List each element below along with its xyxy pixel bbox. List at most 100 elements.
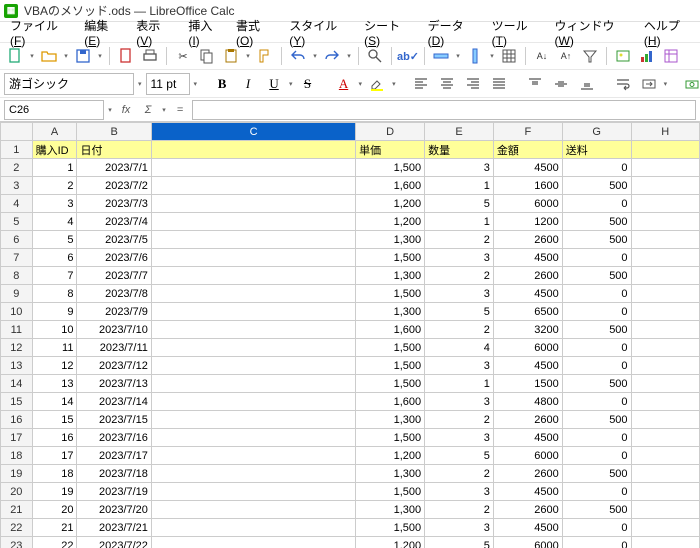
align-center-icon[interactable] xyxy=(436,73,458,95)
row-header[interactable]: 15 xyxy=(1,393,33,411)
cell[interactable] xyxy=(151,177,355,195)
cell[interactable]: 1,500 xyxy=(356,285,425,303)
cell[interactable]: 0 xyxy=(562,303,631,321)
cell[interactable]: 6500 xyxy=(493,303,562,321)
cell[interactable] xyxy=(151,519,355,537)
cell[interactable]: 12 xyxy=(32,357,77,375)
cell[interactable]: 数量 xyxy=(425,141,494,159)
cell[interactable]: 2 xyxy=(425,321,494,339)
cell[interactable] xyxy=(631,141,699,159)
cell[interactable]: 1 xyxy=(32,159,77,177)
cell[interactable]: 3 xyxy=(425,429,494,447)
row-header[interactable]: 23 xyxy=(1,537,33,548)
cell[interactable]: 8 xyxy=(32,285,77,303)
underline-button[interactable]: U xyxy=(263,73,285,95)
cell[interactable]: 2 xyxy=(425,231,494,249)
cell[interactable]: 2023/7/18 xyxy=(77,465,151,483)
cell[interactable]: 1,500 xyxy=(356,249,425,267)
cell[interactable]: 1,200 xyxy=(356,447,425,465)
col-header-B[interactable]: B xyxy=(77,123,151,141)
cell[interactable]: 3 xyxy=(425,519,494,537)
cell[interactable]: 0 xyxy=(562,483,631,501)
valign-bottom-icon[interactable] xyxy=(576,73,598,95)
col-header-H[interactable]: H xyxy=(631,123,699,141)
cell[interactable]: 日付 xyxy=(77,141,151,159)
cell[interactable]: 0 xyxy=(562,393,631,411)
italic-button[interactable]: I xyxy=(237,73,259,95)
cell[interactable]: 3 xyxy=(425,285,494,303)
cell[interactable] xyxy=(631,339,699,357)
cell[interactable]: 5 xyxy=(32,231,77,249)
align-left-icon[interactable] xyxy=(410,73,432,95)
column-icon[interactable] xyxy=(464,45,486,67)
highlight-button[interactable] xyxy=(366,73,388,95)
cell[interactable]: 4800 xyxy=(493,393,562,411)
cell[interactable]: 2023/7/6 xyxy=(77,249,151,267)
cell[interactable]: 4500 xyxy=(493,285,562,303)
cell[interactable] xyxy=(151,411,355,429)
cell[interactable]: 500 xyxy=(562,375,631,393)
spreadsheet-grid[interactable]: ABCDEFGH 1購入ID日付単価数量金額送料212023/7/11,5003… xyxy=(0,122,700,548)
col-header-F[interactable]: F xyxy=(493,123,562,141)
cell[interactable]: 6000 xyxy=(493,195,562,213)
cell[interactable]: 4 xyxy=(425,339,494,357)
cell[interactable]: 1600 xyxy=(493,177,562,195)
cell[interactable] xyxy=(151,357,355,375)
cell[interactable] xyxy=(631,501,699,519)
cell[interactable]: 9 xyxy=(32,303,77,321)
cell[interactable] xyxy=(151,483,355,501)
row-header[interactable]: 21 xyxy=(1,501,33,519)
cell[interactable]: 2023/7/19 xyxy=(77,483,151,501)
cell[interactable]: 2 xyxy=(425,267,494,285)
cell[interactable]: 15 xyxy=(32,411,77,429)
cell[interactable]: 500 xyxy=(562,177,631,195)
cell[interactable]: 21 xyxy=(32,519,77,537)
cell[interactable]: 19 xyxy=(32,483,77,501)
cell[interactable]: 単価 xyxy=(356,141,425,159)
cell[interactable]: 3 xyxy=(425,393,494,411)
sum-icon[interactable]: Σ xyxy=(138,100,158,120)
cell[interactable] xyxy=(631,537,699,548)
cell[interactable] xyxy=(631,483,699,501)
cell[interactable]: 0 xyxy=(562,249,631,267)
cell[interactable]: 1,300 xyxy=(356,501,425,519)
cell[interactable]: 500 xyxy=(562,267,631,285)
function-wizard-icon[interactable]: fx xyxy=(116,100,136,120)
row-header[interactable]: 18 xyxy=(1,447,33,465)
cell[interactable]: 14 xyxy=(32,393,77,411)
wrap-text-icon[interactable] xyxy=(612,73,634,95)
row-header[interactable]: 17 xyxy=(1,429,33,447)
cell[interactable]: 4500 xyxy=(493,357,562,375)
cell[interactable]: 2023/7/4 xyxy=(77,213,151,231)
redo-icon[interactable] xyxy=(321,45,343,67)
paste-icon[interactable] xyxy=(220,45,242,67)
bold-button[interactable]: B xyxy=(211,73,233,95)
row-header[interactable]: 19 xyxy=(1,465,33,483)
cell[interactable]: 5 xyxy=(425,447,494,465)
cell[interactable]: 5 xyxy=(425,195,494,213)
cell[interactable] xyxy=(151,267,355,285)
cell[interactable] xyxy=(151,285,355,303)
cell[interactable]: 購入ID xyxy=(32,141,77,159)
cell[interactable]: 0 xyxy=(562,357,631,375)
cell[interactable]: 10 xyxy=(32,321,77,339)
cell[interactable]: 500 xyxy=(562,501,631,519)
cell[interactable]: 2 xyxy=(32,177,77,195)
cell[interactable] xyxy=(631,429,699,447)
cell[interactable] xyxy=(151,375,355,393)
cell[interactable]: 5 xyxy=(425,303,494,321)
cell[interactable]: 2600 xyxy=(493,465,562,483)
row-header[interactable]: 3 xyxy=(1,177,33,195)
export-pdf-icon[interactable] xyxy=(115,45,137,67)
cell[interactable] xyxy=(631,465,699,483)
col-header-A[interactable]: A xyxy=(32,123,77,141)
cell[interactable]: 2023/7/14 xyxy=(77,393,151,411)
cell[interactable]: 2023/7/21 xyxy=(77,519,151,537)
cell[interactable]: 13 xyxy=(32,375,77,393)
cell[interactable] xyxy=(151,393,355,411)
cell[interactable]: 2023/7/20 xyxy=(77,501,151,519)
print-icon[interactable] xyxy=(139,45,161,67)
cell[interactable]: 2 xyxy=(425,465,494,483)
cell[interactable]: 6000 xyxy=(493,537,562,548)
cell[interactable] xyxy=(631,267,699,285)
